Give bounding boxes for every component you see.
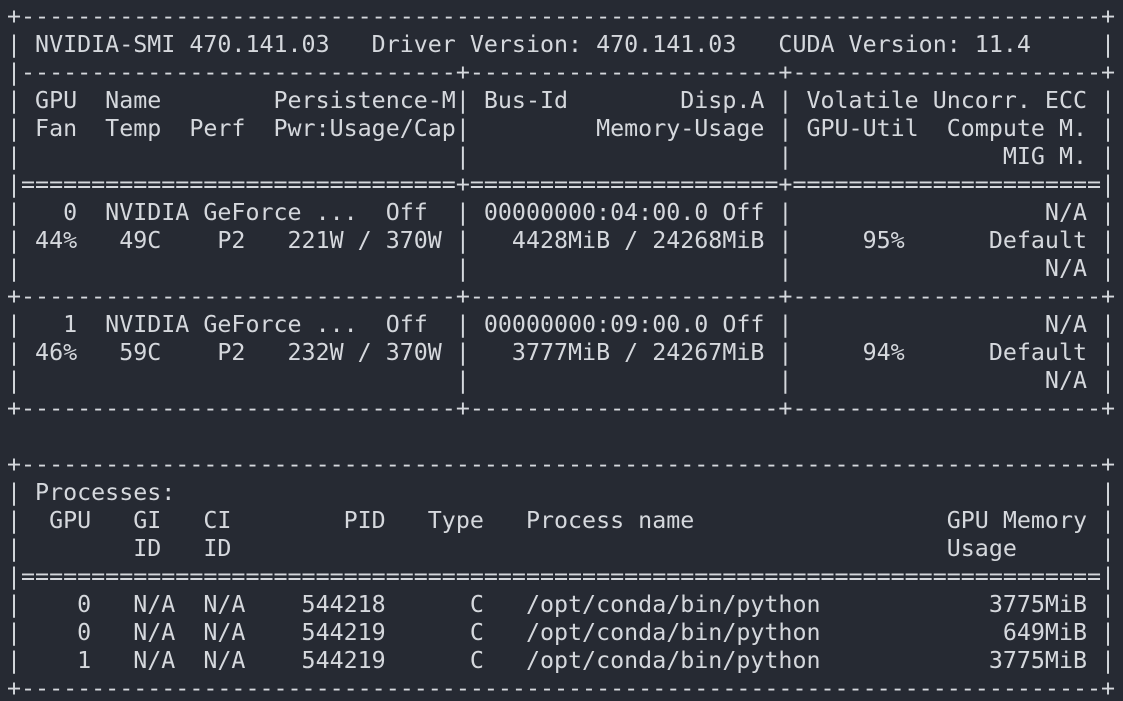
terminal-line-divider: |-------------------------------+-------…	[7, 59, 1116, 86]
terminal-line-processes-top-border: +---------------------------------------…	[7, 451, 1116, 478]
terminal-line-gpu-separator: +-------------------------------+-------…	[7, 283, 1116, 310]
terminal-line-process-row: | 0 N/A N/A 544218 C /opt/conda/bin/pyth…	[7, 591, 1116, 618]
terminal-line-processes-title: | Processes: |	[7, 479, 1116, 506]
terminal-line-gpu0-row1: | 0 NVIDIA GeForce ... Off | 00000000:04…	[7, 199, 1116, 226]
terminal-line-column-headers-2: | Fan Temp Perf Pwr:Usage/Cap| Memory-Us…	[7, 115, 1116, 142]
terminal-line-process-row: | 1 N/A N/A 544219 C /opt/conda/bin/pyth…	[7, 647, 1116, 674]
terminal-line-column-headers-3: | | | MIG M. |	[7, 143, 1116, 170]
terminal-line-gpu0-row3: | | | N/A |	[7, 255, 1116, 282]
terminal-line-gpu0-row2: | 44% 49C P2 221W / 370W | 4428MiB / 242…	[7, 227, 1116, 254]
terminal-line-double-divider: |===============================+=======…	[7, 171, 1116, 198]
terminal-line-gpu1-row3: | | | N/A |	[7, 367, 1116, 394]
terminal-line-header-versions: | NVIDIA-SMI 470.141.03 Driver Version: …	[7, 31, 1116, 58]
terminal-line-processes-bottom-border: +---------------------------------------…	[7, 675, 1116, 698]
terminal-line-top-border: +---------------------------------------…	[7, 3, 1116, 30]
terminal-line-column-headers-1: | GPU Name Persistence-M| Bus-Id Disp.A …	[7, 87, 1116, 114]
terminal-line-processes-headers-2: | ID ID Usage |	[7, 535, 1116, 562]
terminal-window[interactable]: +---------------------------------------…	[7, 3, 1117, 698]
terminal-line-gpu1-row2: | 46% 59C P2 232W / 370W | 3777MiB / 242…	[7, 339, 1116, 366]
terminal-line-process-row: | 0 N/A N/A 544219 C /opt/conda/bin/pyth…	[7, 619, 1116, 646]
terminal-line-processes-double-divider: |=======================================…	[7, 563, 1116, 590]
terminal-line-gpu-table-bottom: +-------------------------------+-------…	[7, 395, 1116, 422]
terminal-line-gpu1-row1: | 1 NVIDIA GeForce ... Off | 00000000:09…	[7, 311, 1116, 338]
nvidia-smi-output: +---------------------------------------…	[7, 3, 1117, 698]
terminal-line-processes-headers-1: | GPU GI CI PID Type Process name GPU Me…	[7, 507, 1116, 534]
